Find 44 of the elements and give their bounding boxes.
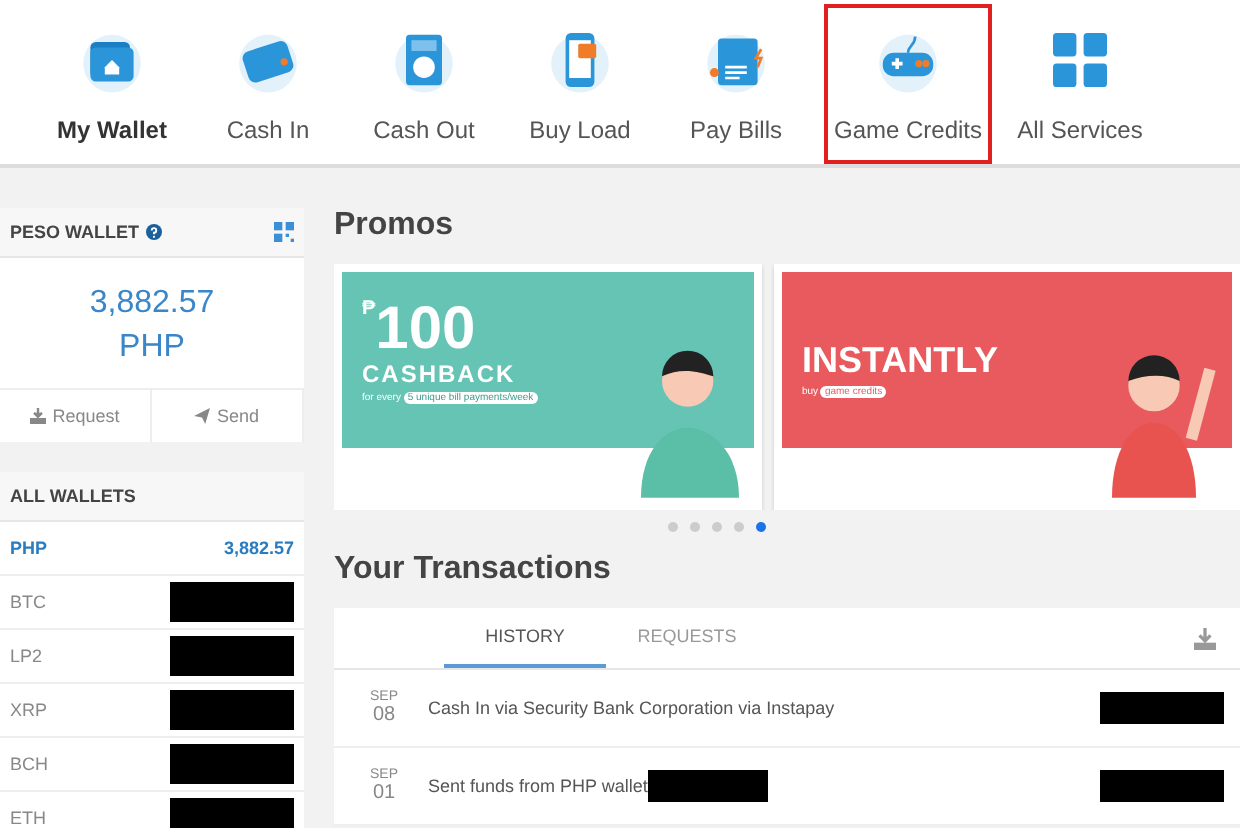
wallet-row[interactable]: ETH	[0, 792, 304, 828]
wallet-row[interactable]: PHP 3,882.57	[0, 522, 304, 577]
wallet-row[interactable]: XRP	[0, 684, 304, 739]
carousel-dot[interactable]	[756, 522, 766, 532]
redaction-block	[647, 770, 768, 802]
card-title: PESO WALLET	[10, 222, 140, 242]
transaction-day: 08	[372, 704, 396, 726]
nav-item[interactable]: Cash Out	[356, 4, 492, 164]
help-icon[interactable]	[145, 224, 162, 240]
banner-subheadline: CASHBACK	[362, 360, 518, 388]
tab[interactable]: REQUESTS	[606, 608, 768, 668]
nav-item[interactable]: Pay Bills	[668, 4, 804, 164]
qr-code-icon[interactable]	[274, 222, 294, 242]
transaction-day: 01	[372, 782, 396, 804]
carousel-dot[interactable]	[668, 522, 678, 532]
card-title: ALL WALLETS	[10, 486, 136, 507]
tab[interactable]: HISTORY	[444, 608, 606, 668]
redaction-block	[170, 744, 294, 785]
redaction-block	[170, 582, 294, 623]
nav-item[interactable]: Cash In	[200, 4, 336, 164]
carousel-dot[interactable]	[690, 522, 700, 532]
balance-amount: 3,882.57	[89, 284, 215, 324]
wallet-row[interactable]: LP2	[0, 630, 304, 685]
download-icon[interactable]	[1194, 627, 1216, 649]
redaction-block	[170, 690, 294, 731]
download-icon	[30, 408, 47, 425]
carousel-dot[interactable]	[712, 522, 722, 532]
transaction-description: Cash In via Security Bank Corporation via Instapay	[428, 698, 835, 718]
paper-plane-icon	[194, 408, 211, 425]
section-heading: Your Transactions	[334, 552, 613, 590]
nav-item[interactable]: All Services	[1012, 4, 1148, 164]
banner-headline: INSTANTLY	[802, 340, 999, 382]
nav-item[interactable]: Buy Load	[512, 4, 648, 164]
transaction-description: Sent funds from PHP wallet	[428, 776, 648, 796]
wallet-row[interactable]: BCH	[0, 738, 304, 793]
wallet-row[interactable]: BTC	[0, 576, 304, 631]
carousel-dot[interactable]	[734, 522, 744, 532]
section-heading: Promos	[334, 208, 456, 246]
banner-headline: $^{₱}$100	[362, 300, 478, 360]
nav-item[interactable]: Game Credits	[824, 4, 992, 164]
redaction-block	[170, 636, 294, 677]
balance-currency: PHP	[119, 327, 185, 368]
nav-item[interactable]: My Wallet	[44, 4, 180, 164]
redaction-block	[170, 798, 294, 828]
